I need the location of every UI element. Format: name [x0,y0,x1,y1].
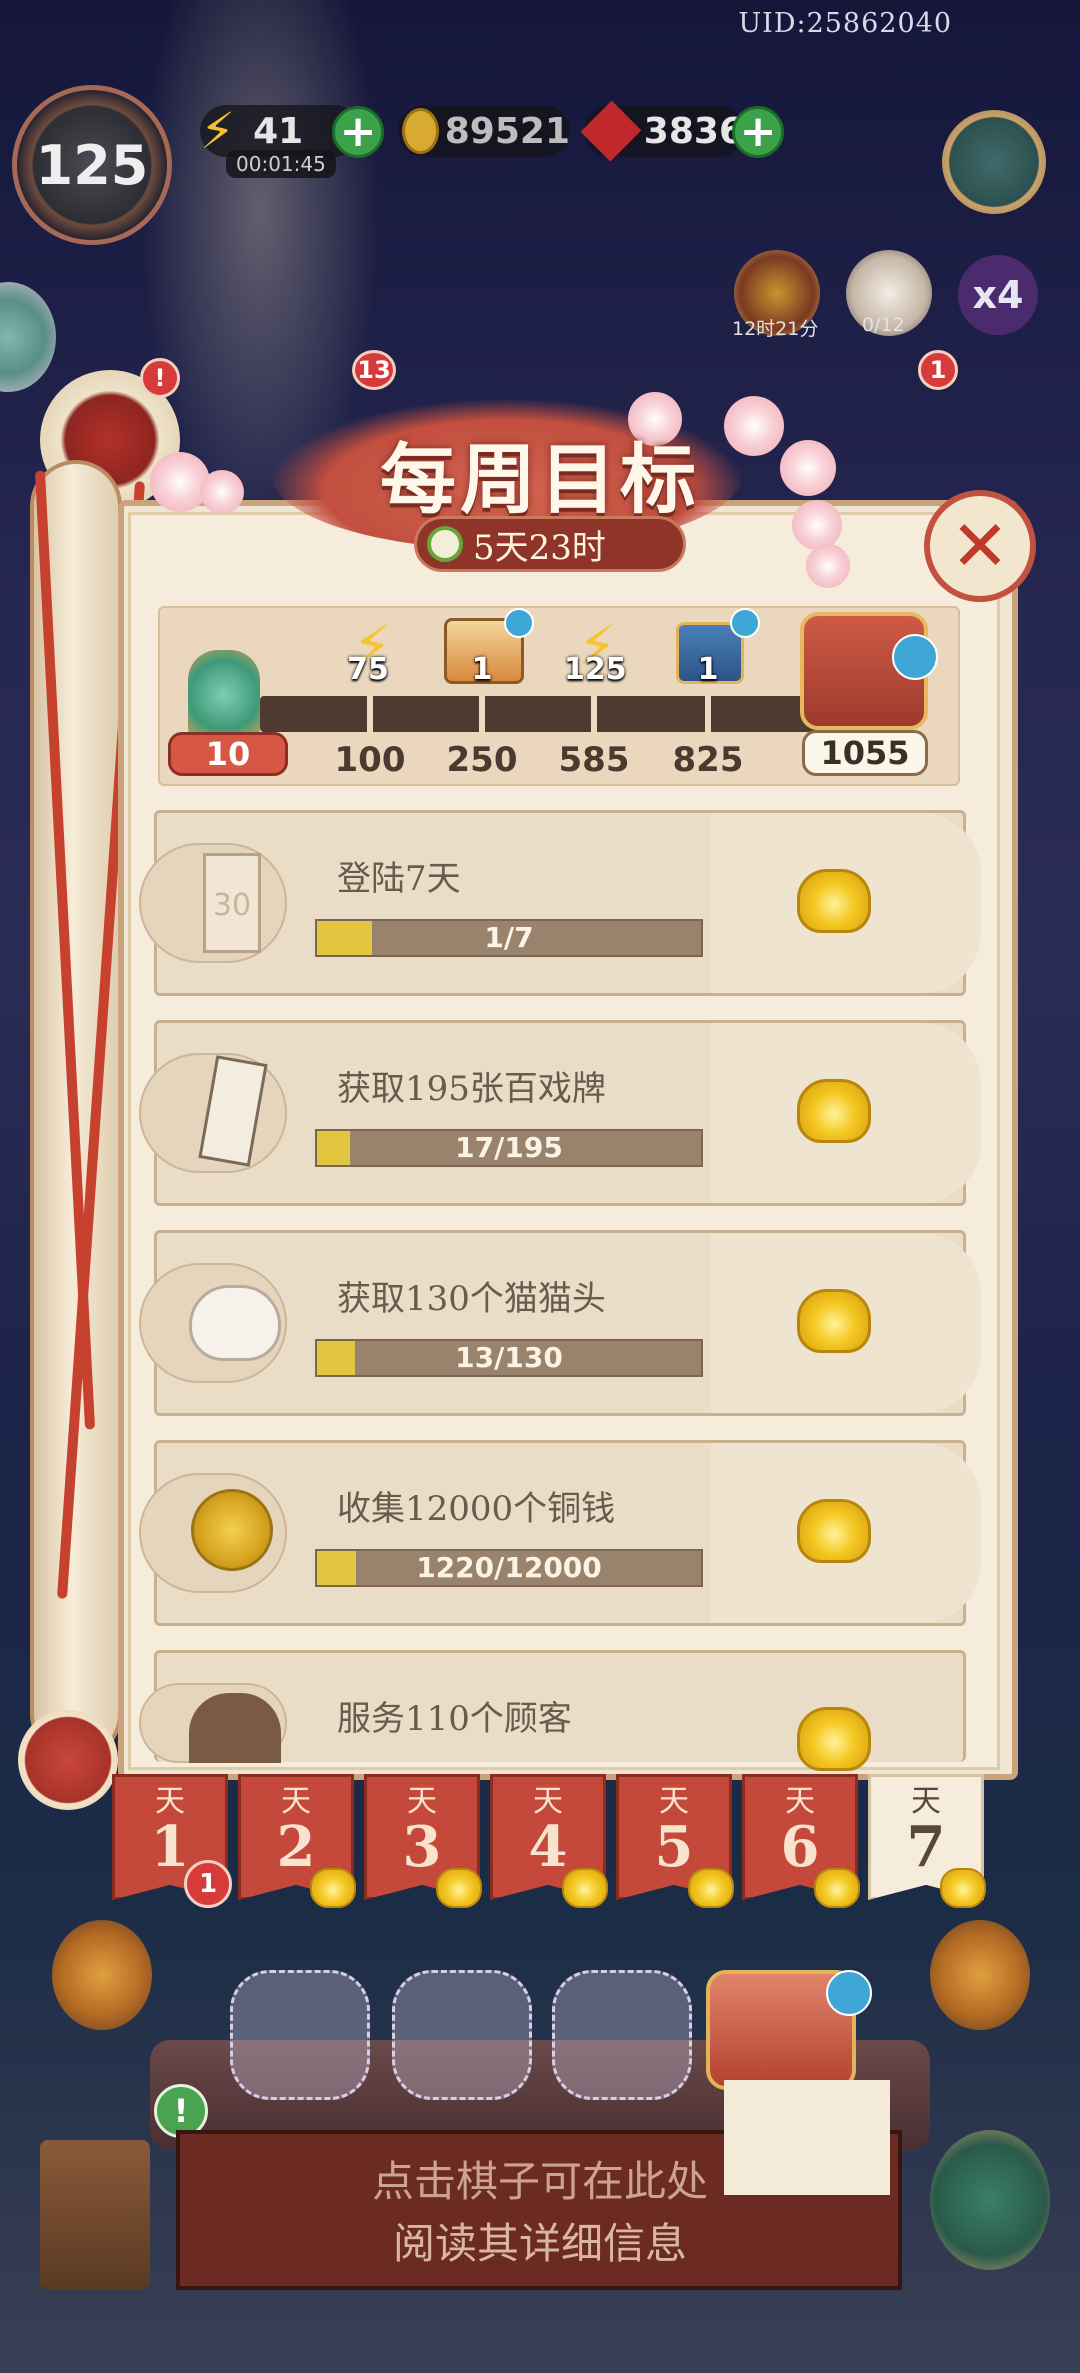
magnifier-icon[interactable] [504,608,534,638]
gold-ingot-reward-icon[interactable] [797,1499,871,1563]
milestone-qty: 1 [471,652,493,687]
gold-ingot-icon [814,1868,860,1908]
info-text-line1: 点击棋子可在此处 [371,2157,708,2206]
current-points-badge: 10 [168,732,288,776]
info-text-line2: 阅读其详细信息 [392,2219,687,2268]
task-progress-bar: 1220/12000 [315,1549,703,1587]
gold-ingot-reward-icon[interactable] [797,1707,871,1771]
gem-value: 3836 [643,110,744,152]
task-title: 登陆7天 [337,859,461,899]
modal-title: 每周目标 [380,435,700,524]
milestone-points: 100 [334,740,406,780]
shop-pavilion-icon[interactable] [942,110,1046,214]
countdown-pill: 5天23时 [414,516,686,572]
gold-ingot-reward-icon[interactable] [797,869,871,933]
final-points-badge: 1055 [802,730,928,776]
task-title: 服务110个顾客 [337,1699,572,1739]
coin-icon [402,108,439,154]
task-card: 收集12000个铜钱 1220/12000 [139,1440,981,1626]
gold-ingot-icon [436,1868,482,1908]
empty-slot[interactable] [552,1970,692,2100]
cat-head-icon [189,1285,281,1361]
player-level-badge[interactable]: 125 [12,85,172,245]
milestone-tick [367,696,373,732]
progress-text: 1/7 [484,921,534,954]
task-progress-bar: 13/130 [315,1339,703,1377]
day-badge: 1 [184,1860,232,1908]
gold-ingot-icon [688,1868,734,1908]
add-gems-button[interactable]: + [732,106,784,158]
task-card: 服务110个顾客 [139,1650,966,1771]
task-card: 获取195张百戏牌 17/195 [139,1020,981,1206]
clock-icon [427,526,463,562]
gold-ingot-reward-icon[interactable] [797,1289,871,1353]
progress-text: 1220/12000 [416,1551,602,1584]
energy-value: 41 [253,110,304,152]
progress-text: 17/195 [455,1131,563,1164]
gold-ingot-reward-icon[interactable] [797,1079,871,1143]
add-energy-button[interactable]: + [332,106,384,158]
event-timer-label: 12时21分 [732,318,819,340]
jade-pendant-icon [188,650,260,740]
hen-icon[interactable] [52,1920,152,2030]
paper-slip [724,2080,890,2195]
count-badge: 1 [918,350,958,390]
empty-slot[interactable] [392,1970,532,2100]
task-card: 30 登陆7天 1/7 [139,810,981,996]
countdown-text: 5天23时 [473,527,606,568]
task-progress-bar: 1/7 [315,919,703,957]
milestone-track [260,696,820,732]
milestone-tick [705,696,711,732]
magnifier-icon[interactable] [826,1970,872,2016]
milestone-qty: 1 [697,652,719,687]
copper-coin-icon [191,1489,273,1571]
hen-icon[interactable] [930,1920,1030,2030]
count-badge: 13 [352,350,396,390]
cabinet-icon[interactable] [40,2140,150,2290]
cat-event-progress: 0/12 [862,314,905,336]
calendar-icon: 30 [203,853,261,953]
coin-value: 89521 [444,110,570,152]
notification-badge: ! [140,358,180,398]
gold-ingot-icon [562,1868,608,1908]
milestone-qty: 125 [564,652,627,687]
milestone-tick [591,696,597,732]
scroll-rod-cap [18,1710,118,1810]
pavilion-icon[interactable] [930,2130,1050,2270]
coin-counter: 89521 [398,105,570,157]
gold-ingot-icon [940,1868,986,1908]
magnifier-icon[interactable] [730,608,760,638]
close-button[interactable]: ✕ [924,490,1036,602]
empty-slot[interactable] [230,1970,370,2100]
progress-text: 13/130 [455,1341,563,1374]
milestone-tick [479,696,485,732]
customer-icon [189,1693,281,1763]
gold-ingot-icon [310,1868,356,1908]
magnifier-icon[interactable] [892,634,938,680]
task-title: 收集12000个铜钱 [337,1489,616,1529]
multiplier-button[interactable]: x4 [958,255,1038,335]
milestone-points: 585 [558,740,630,780]
gem-counter: 3836 [580,100,744,162]
task-title: 获取130个猫猫头 [337,1279,606,1319]
user-id: UID:25862040 [738,8,952,39]
task-title: 获取195张百戏牌 [337,1069,606,1109]
milestone-qty: 75 [347,652,389,687]
milestone-points: 250 [446,740,518,780]
milestone-points: 825 [672,740,744,780]
task-progress-bar: 17/195 [315,1129,703,1167]
task-card: 获取130个猫猫头 13/130 [139,1230,981,1416]
energy-timer: 00:01:45 [226,150,336,178]
blossom-decoration [806,544,850,588]
